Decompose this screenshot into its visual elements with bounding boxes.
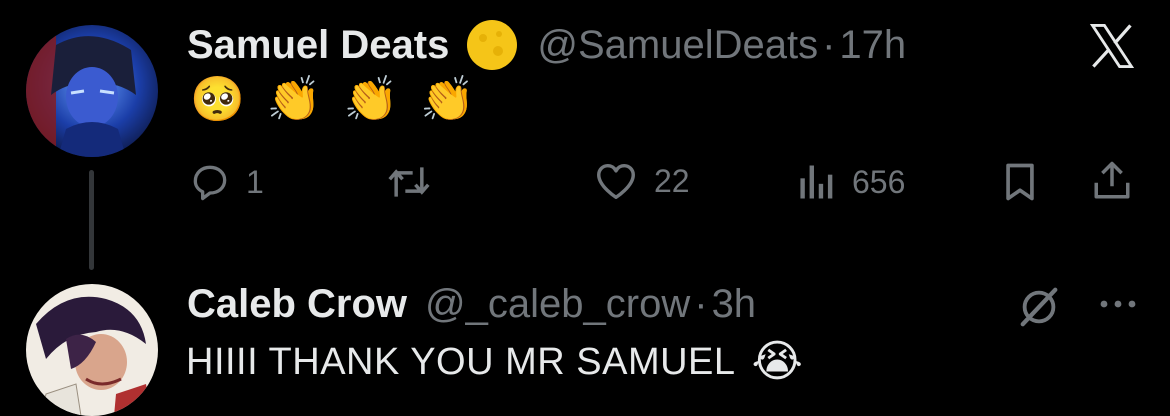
author-handle[interactable]: @SamuelDeats [537, 23, 818, 68]
views-count: 656 [852, 163, 906, 200]
clapping-hands-emoji: 👏 [420, 74, 476, 125]
tweet-text: HIIII THANK YOU MR SAMUEL [186, 340, 736, 383]
gold-badge-icon [465, 18, 519, 72]
x-logo-icon[interactable] [1082, 16, 1142, 76]
tweet-time[interactable]: 3h [712, 282, 757, 327]
retweet-button[interactable] [384, 160, 448, 204]
tweet-body: 🥺 👏 👏 👏 [190, 78, 497, 122]
loudly-crying-face-emoji: 😭 [751, 336, 803, 387]
like-button[interactable]: 22 [592, 158, 690, 204]
clapping-hands-emoji: 👏 [266, 74, 322, 125]
thread-connector-line [89, 170, 94, 270]
share-icon [1094, 161, 1130, 199]
avatar-caleb-crow[interactable] [26, 284, 158, 416]
views-button[interactable]: 656 [796, 160, 905, 204]
analytics-icon [800, 165, 833, 199]
share-button[interactable] [1088, 156, 1136, 206]
author-name[interactable]: Samuel Deats [187, 23, 449, 68]
author-name[interactable]: Caleb Crow [187, 282, 407, 327]
separator-dot: · [694, 282, 708, 326]
separator-dot: · [822, 22, 836, 67]
reply-button[interactable]: 1 [188, 160, 264, 204]
avatar-image [26, 284, 158, 416]
bookmark-button[interactable] [996, 158, 1044, 206]
retweet-icon [388, 167, 430, 197]
tweet-time[interactable]: 17h [839, 23, 906, 68]
clapping-hands-emoji: 👏 [343, 74, 399, 125]
tweet-body: HIIII THANK YOU MR SAMUEL 😭 [186, 340, 825, 384]
avatar-image [26, 25, 158, 157]
author-handle[interactable]: @_caleb_crow [425, 282, 690, 327]
grok-icon[interactable] [1014, 282, 1064, 332]
avatar-samuel-deats[interactable] [26, 25, 158, 157]
reply-icon [193, 165, 227, 201]
reply-count: 1 [246, 163, 264, 200]
heart-icon [597, 163, 635, 200]
bookmark-icon [1006, 163, 1034, 201]
more-dots-icon[interactable] [1094, 284, 1142, 324]
like-count: 22 [654, 162, 690, 199]
pleading-face-emoji: 🥺 [190, 74, 245, 125]
